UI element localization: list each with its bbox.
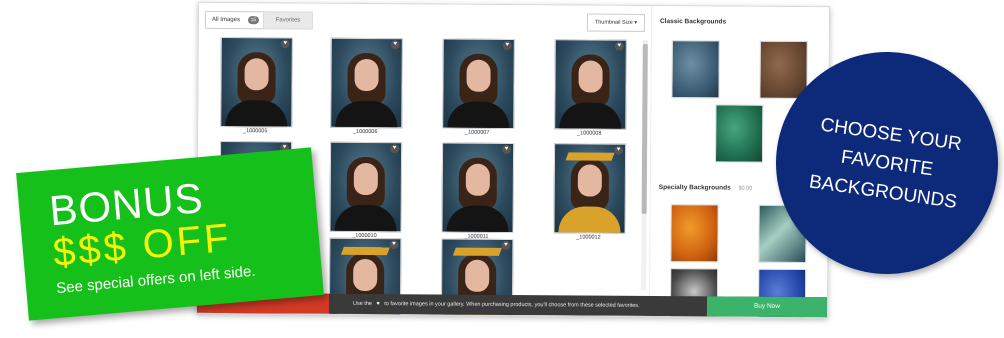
classic-backgrounds-label: Classic Backgrounds <box>659 18 727 26</box>
buy-now-button[interactable]: Buy Now <box>706 296 828 318</box>
heart-icon: ♥ <box>376 301 380 308</box>
specialty-backgrounds-label: Specialty Backgrounds <box>658 184 731 192</box>
tab-favorites[interactable]: Favorites <box>262 11 314 30</box>
portrait-face <box>354 58 379 92</box>
tab-all-images[interactable]: All Images 15 <box>204 10 267 30</box>
portrait-face <box>578 60 603 93</box>
gallery-image[interactable]: ♥ _1000012 <box>553 143 627 244</box>
gallery-image[interactable]: ♥ _1000011 <box>441 142 515 244</box>
favorite-heart-icon[interactable]: ♥ <box>390 144 400 154</box>
portrait-body <box>335 100 398 129</box>
favorite-heart-icon[interactable]: ♥ <box>502 144 512 154</box>
image-caption: _1000006 <box>352 128 378 136</box>
image-caption: _1000005 <box>242 128 268 135</box>
image-caption: _1000012 <box>576 234 601 241</box>
specialty-backgrounds-title: Specialty Backgrounds $0.00 <box>659 184 753 192</box>
graduation-cap <box>452 247 502 256</box>
gallery-image[interactable]: ♥ _1000005 <box>220 36 293 138</box>
scrollbar-thumb[interactable] <box>641 43 648 214</box>
background-swatch-rust[interactable] <box>759 40 808 100</box>
gallery-toolbar: All Images 15 Favorites Thumbnail Size ▾ <box>204 10 647 32</box>
portrait-body <box>334 204 397 233</box>
portrait-body <box>447 101 510 130</box>
image-caption: _1000007 <box>464 129 490 136</box>
portrait-photo[interactable]: ♥ <box>553 143 627 234</box>
footer-message-end: to favorite images in your gallery. When… <box>384 301 640 309</box>
image-count-badge: 15 <box>247 16 260 25</box>
gallery-image[interactable]: ♥ _1000006 <box>330 37 403 139</box>
portrait-photo[interactable]: ♥ <box>554 39 627 130</box>
favorite-heart-icon[interactable]: ♥ <box>390 40 400 50</box>
portrait-face <box>466 59 491 92</box>
gallery-image[interactable]: ♥ _1000007 <box>442 38 515 140</box>
portrait-face <box>353 162 378 196</box>
portrait-photo[interactable]: ♥ <box>441 142 515 234</box>
portrait-photo[interactable]: ♥ <box>329 141 403 233</box>
portrait-body <box>559 102 622 130</box>
footer-message: Use the ♥ to favorite images in your gal… <box>353 294 640 316</box>
backgrounds-callout: CHOOSE YOUR FAVORITE BACKGROUNDS <box>776 52 998 274</box>
portrait-face <box>465 259 490 292</box>
favorite-heart-icon[interactable]: ♥ <box>502 40 512 50</box>
portrait-face <box>577 164 602 197</box>
favorite-heart-icon[interactable]: ♥ <box>389 240 399 250</box>
portrait-photo[interactable]: ♥ <box>442 38 515 130</box>
portrait-body <box>225 99 288 128</box>
portrait-photo[interactable]: ♥ <box>330 37 403 129</box>
portrait-photo[interactable]: ♥ <box>220 36 293 128</box>
tab-all-images-label: All Images <box>211 16 241 24</box>
portrait-face <box>353 258 378 292</box>
favorite-heart-icon[interactable]: ♥ <box>614 41 624 51</box>
gallery-image[interactable]: ♥ _1000010 <box>329 141 403 243</box>
portrait-face <box>465 163 490 196</box>
image-caption: _1000008 <box>576 130 602 137</box>
callout-text: CHOOSE YOUR FAVORITE BACKGROUNDS <box>807 114 963 213</box>
portrait-body <box>558 206 621 234</box>
classic-backgrounds-title: Classic Backgrounds <box>660 18 726 25</box>
bonus-banner: BONUS $$$ OFF See special offers on left… <box>16 147 324 321</box>
favorite-heart-icon[interactable]: ♥ <box>501 240 511 250</box>
background-swatch-blue[interactable] <box>671 40 720 99</box>
favorite-heart-icon[interactable]: ♥ <box>280 39 290 49</box>
graduation-cap <box>340 246 390 256</box>
portrait-face <box>244 58 269 91</box>
favorite-heart-icon[interactable]: ♥ <box>614 145 624 155</box>
background-swatch-orange[interactable] <box>670 204 719 263</box>
portrait-body <box>446 205 509 234</box>
gallery-scrollbar[interactable] <box>641 39 648 290</box>
specialty-price: $0.00 <box>738 185 753 192</box>
graduation-cap <box>565 152 615 161</box>
thumbnail-size-dropdown[interactable]: Thumbnail Size ▾ <box>586 13 646 32</box>
footer-message-start: Use the <box>352 300 372 308</box>
gallery-image[interactable]: ♥ _1000008 <box>554 39 627 140</box>
background-swatch-green[interactable] <box>714 104 764 163</box>
